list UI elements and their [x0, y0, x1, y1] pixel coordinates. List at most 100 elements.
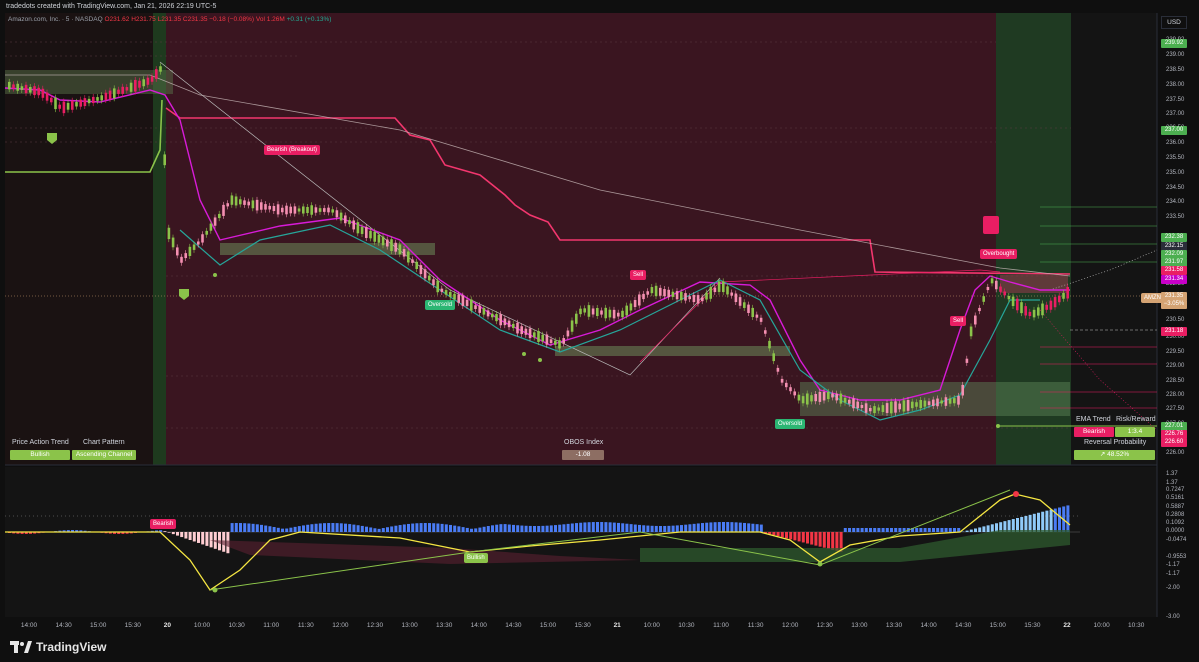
histogram-bar: [927, 528, 931, 532]
candle-body: [121, 86, 124, 94]
histogram-bar: [554, 525, 557, 532]
currency-button[interactable]: USD: [1161, 16, 1187, 29]
candle-body: [751, 307, 754, 318]
histogram-bar: [394, 525, 398, 532]
histogram-bar: [323, 523, 326, 532]
histogram-bar: [1016, 518, 1019, 532]
candle-body: [289, 206, 292, 214]
candle-body: [923, 400, 927, 407]
candle-body: [499, 314, 502, 326]
candle-body: [176, 247, 179, 256]
histogram-bar: [428, 523, 431, 532]
candle-body: [209, 223, 213, 231]
candle-body: [810, 395, 813, 402]
histogram-bar: [205, 532, 209, 546]
candle-body: [507, 320, 511, 328]
candle-body: [818, 391, 822, 402]
osc-axis-label: 0.5161: [1166, 495, 1185, 501]
histogram-bar: [1049, 509, 1053, 532]
histogram-bar: [726, 522, 730, 532]
candle-body: [482, 307, 486, 315]
price-axis-label: 229.50: [1166, 349, 1185, 355]
histogram-bar: [260, 524, 263, 532]
candle-body: [1003, 291, 1006, 296]
candle-body: [1062, 292, 1065, 299]
risk-reward-value: 1:3.4: [1115, 427, 1155, 437]
overbought-label: Overbought: [980, 249, 1018, 259]
candle-body: [654, 285, 658, 297]
histogram-bar: [751, 523, 755, 532]
price-axis-label: 233.50: [1166, 214, 1185, 220]
candle-body: [785, 382, 788, 388]
candle-body: [516, 322, 519, 334]
candle-body: [596, 307, 599, 317]
candle-body: [801, 396, 805, 404]
histogram-bar: [549, 525, 553, 532]
histogram-bar: [877, 528, 881, 532]
time-axis-label: 13:30: [885, 622, 903, 629]
histogram-bar: [272, 527, 276, 532]
histogram-bar: [831, 532, 835, 550]
histogram-bar: [827, 532, 830, 549]
symbol-legend[interactable]: Amazon.com, Inc. · 5 · NASDAQ O231.62 H2…: [8, 16, 331, 23]
time-axis-label: 13:00: [851, 622, 868, 629]
candle-body: [8, 81, 11, 90]
histogram-bar: [625, 523, 629, 532]
candle-body: [360, 226, 364, 234]
candle-body: [566, 330, 570, 337]
time-axis-label: 11:30: [297, 622, 314, 629]
candle-body: [222, 204, 225, 216]
histogram-bar: [982, 526, 986, 532]
candle-body: [54, 97, 57, 110]
candle-body: [104, 92, 108, 100]
time-axis-label: 14:00: [470, 622, 487, 629]
histogram-bar: [869, 528, 872, 532]
histogram-bar: [331, 523, 335, 532]
header-bar: tradedots created with TradingView.com, …: [0, 0, 1199, 13]
histogram-bar: [558, 524, 562, 532]
candle-body: [285, 205, 288, 215]
candle-body: [310, 205, 313, 215]
histogram-bar: [856, 528, 860, 532]
candle-body: [331, 209, 334, 213]
histogram-bar: [268, 526, 272, 532]
candle-body: [835, 393, 838, 401]
candle-body: [869, 407, 872, 412]
candle-body: [734, 293, 738, 303]
candle-body: [843, 397, 847, 403]
candle-body: [604, 307, 607, 319]
symbol-tag: AMZN: [1141, 293, 1164, 303]
histogram-bar: [919, 528, 923, 532]
candle-body: [318, 208, 322, 212]
histogram-bar: [327, 523, 331, 532]
candle-body: [394, 242, 397, 252]
candle-body: [852, 398, 855, 409]
candle-body: [638, 294, 641, 306]
candle-body: [600, 310, 603, 315]
histogram-bar: [402, 524, 406, 532]
candle-body: [906, 399, 910, 411]
histogram-bar: [344, 523, 347, 532]
candle-body: [915, 402, 918, 407]
histogram-bar: [852, 528, 856, 532]
candle-body: [457, 294, 460, 303]
candle-body: [806, 393, 809, 405]
histogram-bar: [680, 525, 683, 532]
histogram-bar: [381, 528, 385, 532]
histogram-bar: [650, 525, 654, 532]
candle-body: [713, 287, 717, 293]
candle-body: [982, 296, 985, 302]
price-axis-label: 227.50: [1166, 406, 1185, 412]
price-tag: 231.34: [1161, 275, 1187, 284]
tradingview-logo-icon: [10, 641, 32, 653]
histogram-bar: [167, 532, 171, 533]
candle-body: [1007, 295, 1011, 300]
candle-body: [92, 96, 95, 104]
candle-body: [163, 154, 166, 166]
histogram-bar: [449, 524, 452, 532]
candle-body: [155, 69, 158, 79]
candle-body: [885, 403, 889, 413]
ohlc-values: O231.62 H231.75 L231.35 C231.35 −0.18 (−…: [104, 16, 255, 23]
chart-canvas[interactable]: [0, 0, 1199, 662]
candle-body: [948, 398, 952, 404]
